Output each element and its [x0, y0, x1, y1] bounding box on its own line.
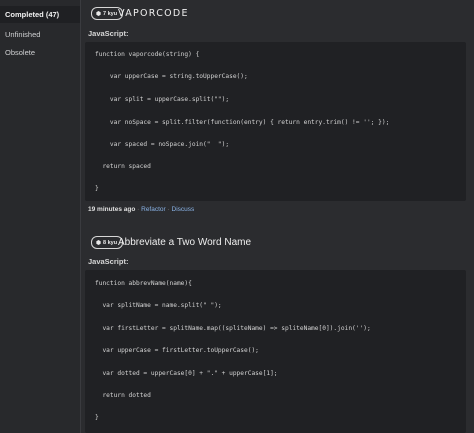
code-line: var upperCase = firstLetter.toUpperCase(… [95, 347, 259, 354]
code-line: var splitName = name.split(" "); [95, 302, 222, 309]
code-line: } [95, 414, 99, 421]
code-line: function vaporcode(string) { [95, 51, 200, 58]
sidebar-divider [80, 0, 81, 433]
solution-meta: 19 minutes ago · Refactor · Discuss [88, 206, 194, 213]
code-block: function abbrevName(name){ var splitName… [85, 270, 466, 433]
language-label: JavaScript: [88, 29, 129, 38]
code-line: var noSpace = split.filter(function(entr… [95, 119, 390, 126]
separator: · [167, 206, 170, 213]
code-line: return dotted [95, 392, 151, 399]
code-line: } [95, 185, 99, 192]
code-line: var spaced = noSpace.join(" "); [95, 141, 230, 148]
code-line: function abbrevName(name){ [95, 280, 192, 287]
code-line: var firstLetter = splitName.map((spliteN… [95, 325, 371, 332]
sidebar: Completed (47) Unfinished Obsolete [0, 0, 80, 433]
rank-text: 8 kyu [103, 239, 118, 246]
rank-text: 7 kyu [103, 10, 118, 17]
code-block: function vaporcode(string) { var upperCa… [85, 42, 466, 201]
separator: · [137, 206, 140, 213]
refactor-link[interactable]: Refactor [141, 206, 166, 213]
hexagon-icon [96, 240, 101, 245]
sidebar-item-unfinished[interactable]: Unfinished [5, 30, 40, 39]
timestamp: 19 minutes ago [88, 206, 136, 213]
sidebar-item-completed[interactable]: Completed (47) [5, 10, 59, 19]
solutions-list: 7 kyu VAPORCODE JavaScript: function vap… [85, 0, 474, 433]
code-line: return spaced [95, 163, 151, 170]
code-line: var split = upperCase.split(""); [95, 96, 230, 103]
hexagon-icon [96, 11, 101, 16]
kata-title-link[interactable]: Abbreviate a Two Word Name [118, 237, 251, 248]
code-line: var dotted = upperCase[0] + "." + upperC… [95, 370, 278, 377]
discuss-link[interactable]: Discuss [172, 206, 195, 213]
sidebar-item-obsolete[interactable]: Obsolete [5, 48, 35, 57]
language-label: JavaScript: [88, 257, 129, 266]
kata-title-link[interactable]: VAPORCODE [118, 8, 189, 19]
code-line: var upperCase = string.toUpperCase(); [95, 73, 248, 80]
